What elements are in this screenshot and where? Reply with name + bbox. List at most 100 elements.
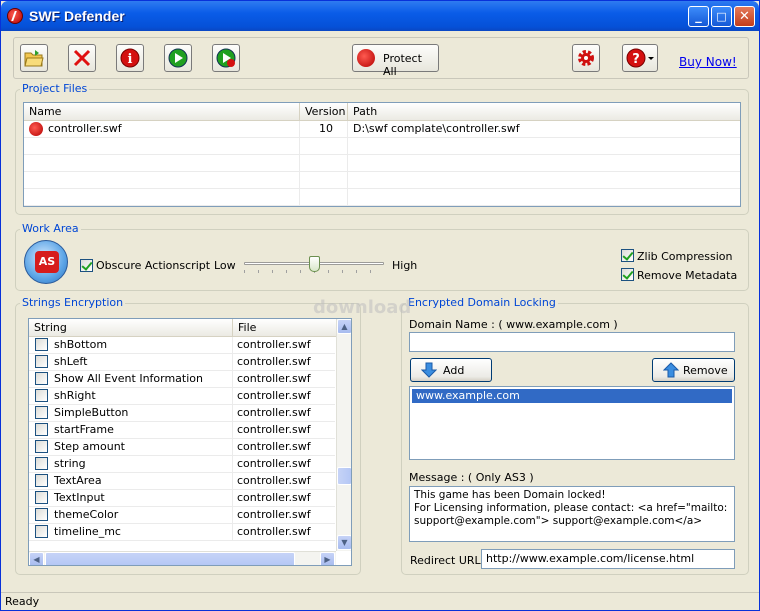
close-button[interactable]: ✕ [734,6,755,27]
column-file[interactable]: File [233,319,333,336]
play-icon [168,48,188,68]
low-label: Low [214,259,236,272]
status-text: Ready [5,595,40,608]
strings-vscrollbar[interactable]: ▲ ▼ [336,319,351,551]
string-value: Show All Event Information [29,371,233,387]
obscure-checkbox[interactable] [80,259,93,272]
column-path[interactable]: Path [348,103,742,120]
empty-row [24,138,740,155]
delete-button[interactable] [68,44,96,72]
column-version[interactable]: Version [300,103,348,120]
table-row[interactable]: SimpleButton controller.swf [29,405,335,422]
help-icon: ? [626,48,654,68]
strings-hscrollbar[interactable]: ◀ ▶ [29,551,336,565]
domain-list-item[interactable]: www.example.com [412,389,732,403]
string-file: controller.swf [237,406,311,419]
scroll-left-button[interactable]: ◀ [29,552,44,565]
column-string[interactable]: String [29,319,233,336]
project-files-list[interactable]: Name Version Path controller.swf 10 D:\s… [23,102,741,207]
project-files-header: Name Version Path [24,103,740,121]
scroll-up-button[interactable]: ▲ [337,319,351,334]
status-bar: Ready [1,592,759,610]
strings-list[interactable]: String File shBottom controller.swf shLeft… [28,318,352,566]
minimize-button[interactable]: _ [688,6,709,27]
message-label: Message : ( Only AS3 ) [409,471,534,484]
swf-file-icon [29,122,43,136]
zlib-checkbox[interactable] [621,249,634,262]
remove-metadata-label: Remove Metadata [637,269,738,282]
column-name[interactable]: Name [24,103,300,120]
domain-name-input[interactable] [409,332,735,352]
title-bar[interactable]: SWF Defender _ □ ✕ [1,1,759,31]
string-file: controller.swf [237,355,311,368]
domain-list[interactable]: www.example.com [409,386,735,460]
help-button[interactable]: ? [622,44,658,72]
string-value: startFrame [29,422,233,438]
message-textarea[interactable]: This game has been Domain locked! For Li… [409,486,735,542]
delete-icon [72,48,92,68]
buy-now-link[interactable]: Buy Now! [679,55,737,69]
protect-all-label: Protect All [383,52,422,78]
scroll-down-button[interactable]: ▼ [337,535,351,550]
as-badge: AS [35,251,59,273]
string-value: Step amount [29,439,233,455]
work-area-legend: Work Area [20,222,81,235]
file-name: controller.swf [24,121,300,137]
remove-domain-button[interactable]: Remove [652,358,735,382]
play-button[interactable] [164,44,192,72]
string-value: themeColor [29,507,233,523]
string-value: SimpleButton [29,405,233,421]
redirect-url-input[interactable]: http://www.example.com/license.html [481,549,735,569]
add-label: Add [443,364,465,377]
obscure-label: Obscure Actionscript [96,259,211,272]
strings-body: shBottom controller.swf shLeft controller.s… [29,337,335,551]
table-row[interactable]: TextInput controller.swf [29,490,335,507]
info-button[interactable]: i [116,44,144,72]
svg-text:?: ? [632,52,640,67]
string-file: controller.swf [237,440,311,453]
add-domain-button[interactable]: Add [410,358,492,382]
scroll-thumb[interactable] [337,467,351,485]
open-button[interactable] [20,44,48,72]
file-path: D:\swf complate\controller.swf [353,122,520,135]
table-row[interactable]: timeline_mc controller.swf [29,524,335,541]
play-in-browser-button[interactable] [212,44,240,72]
string-file: controller.swf [237,508,311,521]
svg-text:i: i [128,52,133,67]
scroll-right-button[interactable]: ▶ [320,552,335,565]
table-row[interactable]: shLeft controller.swf [29,354,335,371]
table-row[interactable]: shRight controller.swf [29,388,335,405]
protect-icon [357,49,375,67]
table-row[interactable]: string controller.swf [29,456,335,473]
remove-label: Remove [683,364,728,377]
hscroll-thumb[interactable] [45,552,295,565]
table-row[interactable]: TextArea controller.swf [29,473,335,490]
table-row[interactable]: themeColor controller.swf [29,507,335,524]
strings-encryption-group: Strings Encryption String File shBottom c… [15,296,361,575]
table-row[interactable]: shBottom controller.swf [29,337,335,354]
work-area-group: Work Area AS Obscure Actionscript Low Hi… [15,222,749,291]
string-file: controller.swf [237,372,311,385]
remove-metadata-checkbox[interactable] [621,268,634,281]
settings-button[interactable] [572,44,600,72]
string-value: string [29,456,233,472]
open-folder-icon [24,48,44,68]
obscure-level-slider[interactable] [244,254,384,276]
file-version: 10 [300,121,348,137]
arrow-up-icon [663,362,679,378]
table-row[interactable]: controller.swf 10 D:\swf complate\contro… [24,121,740,138]
string-file: controller.swf [237,389,311,402]
protect-all-button[interactable]: Protect All [352,44,439,78]
strings-encryption-legend: Strings Encryption [20,296,126,309]
maximize-button[interactable]: □ [711,6,732,27]
string-value: shBottom [29,337,233,353]
string-value: TextInput [29,490,233,506]
high-label: High [392,259,418,272]
string-value: timeline_mc [29,524,233,540]
project-files-group: Project Files Name Version Path controll… [15,82,749,215]
string-value: shRight [29,388,233,404]
table-row[interactable]: startFrame controller.swf [29,422,335,439]
table-row[interactable]: Step amount controller.swf [29,439,335,456]
table-row[interactable]: Show All Event Information controller.swf [29,371,335,388]
slider-thumb[interactable] [309,256,320,272]
